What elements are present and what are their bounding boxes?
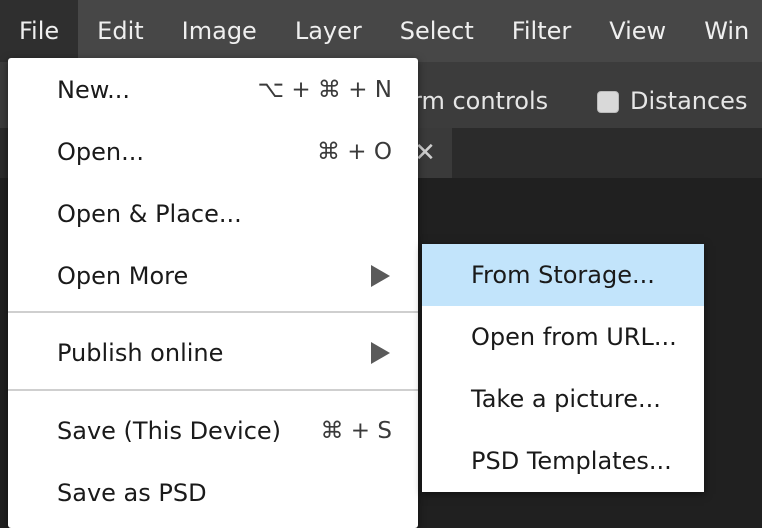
menu-item-shortcut: ⌘ + S (320, 418, 393, 444)
open-more-submenu: From Storage... Open from URL... Take a … (422, 244, 704, 492)
distances-label[interactable]: Distances (630, 62, 747, 128)
menu-window[interactable]: Win (685, 0, 762, 62)
distances-checkbox[interactable] (597, 91, 619, 113)
submenu-item-open-url[interactable]: Open from URL... (422, 306, 704, 368)
menu-item-open[interactable]: Open... ⌘ + O (8, 122, 418, 182)
menu-file[interactable]: File (0, 0, 79, 62)
transform-controls-label[interactable]: rm controls (412, 62, 548, 128)
submenu-item-take-picture[interactable]: Take a picture... (422, 368, 704, 430)
menu-divider (8, 311, 418, 313)
menu-item-open-more[interactable]: Open More (8, 246, 418, 306)
submenu-item-from-storage[interactable]: From Storage... (422, 244, 704, 306)
menu-item-label: Open More (57, 262, 189, 290)
menu-select[interactable]: Select (381, 0, 493, 62)
file-menu-dropdown: New... ⌥ + ⌘ + N Open... ⌘ + O Open & Pl… (8, 58, 418, 528)
menu-item-label: Save (This Device) (57, 417, 282, 445)
menu-item-publish-online[interactable]: Publish online (8, 323, 418, 383)
menu-bar: File Edit Image Layer Select Filter View… (0, 0, 762, 62)
submenu-arrow-icon (371, 342, 390, 364)
submenu-item-label: Take a picture... (471, 385, 661, 413)
menu-item-label: Save as PSD (57, 479, 207, 507)
menu-edit[interactable]: Edit (78, 0, 162, 62)
menu-view[interactable]: View (590, 0, 685, 62)
menu-item-shortcut: ⌥ + ⌘ + N (257, 77, 393, 103)
menu-item-label: New... (57, 76, 131, 104)
menu-item-save-psd[interactable]: Save as PSD (8, 463, 418, 523)
menu-layer[interactable]: Layer (276, 0, 381, 62)
menu-item-new[interactable]: New... ⌥ + ⌘ + N (8, 60, 418, 120)
submenu-item-label: From Storage... (471, 261, 655, 289)
submenu-item-label: PSD Templates... (471, 447, 672, 475)
menu-divider (8, 389, 418, 391)
submenu-arrow-icon (371, 265, 390, 287)
menu-item-label: Publish online (57, 339, 224, 367)
menu-item-save-device[interactable]: Save (This Device) ⌘ + S (8, 401, 418, 461)
menu-item-label: Open... (57, 138, 144, 166)
menu-image[interactable]: Image (163, 0, 276, 62)
menu-item-label: Open & Place... (57, 200, 242, 228)
menu-item-shortcut: ⌘ + O (317, 139, 392, 165)
menu-item-open-place[interactable]: Open & Place... (8, 184, 418, 244)
menu-filter[interactable]: Filter (493, 0, 590, 62)
submenu-item-label: Open from URL... (471, 323, 677, 351)
submenu-item-psd-templates[interactable]: PSD Templates... (422, 430, 704, 492)
